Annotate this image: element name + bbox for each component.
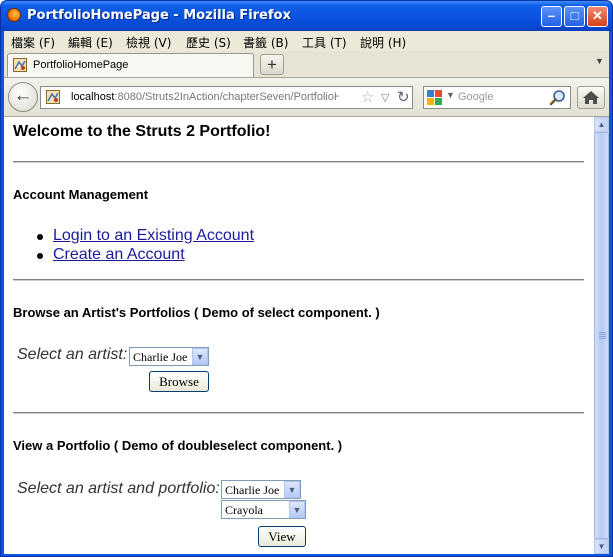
bullet bbox=[37, 253, 43, 259]
chevron-down-icon[interactable]: ▼ bbox=[289, 501, 305, 518]
chevron-down-icon[interactable]: ▼ bbox=[284, 481, 300, 498]
url-text[interactable]: localhost:8080/Struts2InAction/chapterSe… bbox=[71, 91, 339, 103]
view-heading: View a Portfolio ( Demo of doubleselect … bbox=[13, 438, 343, 453]
menu-edit[interactable]: 編輯 (E) bbox=[68, 34, 113, 51]
login-link[interactable]: Login to an Existing Account bbox=[53, 227, 254, 245]
firefox-icon bbox=[7, 8, 21, 22]
portfolio-select-value: Crayola bbox=[225, 503, 263, 517]
back-button[interactable]: ← bbox=[8, 82, 38, 112]
navigation-bar: ← localhost:8080/Struts2InAction/chapter… bbox=[4, 78, 609, 117]
menu-bookmarks[interactable]: 書籤 (B) bbox=[243, 34, 288, 51]
tab-portfolio-home[interactable]: PortfolioHomePage bbox=[7, 53, 254, 77]
browser-window: PortfolioHomePage - Mozilla Firefox – □ … bbox=[0, 0, 613, 557]
page-viewport: Welcome to the Struts 2 Portfolio! Accou… bbox=[4, 117, 594, 554]
google-engine-icon[interactable] bbox=[427, 90, 442, 105]
browse-button[interactable]: Browse bbox=[149, 371, 209, 392]
new-tab-button[interactable]: + bbox=[260, 54, 284, 75]
scroll-thumb[interactable] bbox=[594, 132, 609, 539]
create-account-link[interactable]: Create an Account bbox=[53, 246, 185, 264]
tab-list-button[interactable]: ▼ bbox=[595, 56, 604, 66]
artist-portfolio-label: Select an artist and portfolio: bbox=[17, 480, 220, 497]
close-button[interactable]: ✕ bbox=[587, 6, 608, 27]
title-bar[interactable]: PortfolioHomePage - Mozilla Firefox – □ … bbox=[1, 1, 612, 31]
page-favicon-icon bbox=[13, 58, 27, 72]
bookmark-star-icon[interactable]: ☆ bbox=[361, 88, 374, 106]
search-bar[interactable]: ▼ Google bbox=[423, 86, 571, 109]
page-title: Welcome to the Struts 2 Portfolio! bbox=[13, 123, 271, 140]
double-artist-value: Charlie Joe bbox=[225, 483, 280, 497]
menu-bar: 檔案 (F) 編輯 (E) 檢視 (V) 歷史 (S) 書籤 (B) 工具 (T… bbox=[4, 31, 609, 51]
window-title: PortfolioHomePage - Mozilla Firefox bbox=[27, 8, 291, 23]
select-artist-label: Select an artist: bbox=[17, 346, 128, 363]
artist-select[interactable]: Charlie Joe ▼ bbox=[129, 347, 209, 366]
divider bbox=[13, 412, 584, 414]
artist-select-value: Charlie Joe bbox=[133, 350, 188, 364]
menu-history[interactable]: 歷史 (S) bbox=[186, 34, 231, 51]
minimize-button[interactable]: – bbox=[541, 6, 562, 27]
scroll-up-button[interactable]: ▲ bbox=[594, 117, 609, 132]
portfolio-select[interactable]: Crayola ▼ bbox=[221, 500, 306, 519]
chevron-down-icon[interactable]: ▼ bbox=[192, 348, 208, 365]
tab-strip: PortfolioHomePage + ▼ bbox=[4, 51, 609, 78]
url-path: :8080/Struts2InAction/chapterSeven/Portf… bbox=[114, 91, 339, 103]
tab-label: PortfolioHomePage bbox=[33, 59, 129, 71]
url-history-dropdown-icon[interactable]: ▽ bbox=[381, 91, 389, 104]
view-button[interactable]: View bbox=[258, 526, 306, 547]
divider bbox=[13, 161, 584, 163]
menu-help[interactable]: 說明 (H) bbox=[360, 34, 406, 51]
double-artist-select[interactable]: Charlie Joe ▼ bbox=[221, 480, 301, 499]
browser-chrome: 檔案 (F) 編輯 (E) 檢視 (V) 歷史 (S) 書籤 (B) 工具 (T… bbox=[4, 31, 609, 554]
menu-view[interactable]: 檢視 (V) bbox=[126, 34, 171, 51]
site-identity-icon[interactable] bbox=[46, 90, 60, 104]
home-icon bbox=[583, 91, 599, 104]
home-button[interactable] bbox=[577, 86, 605, 109]
bullet bbox=[37, 234, 43, 240]
scroll-grip bbox=[599, 332, 606, 333]
search-input[interactable]: Google bbox=[458, 91, 493, 103]
search-icon[interactable] bbox=[548, 88, 568, 108]
menu-tools[interactable]: 工具 (T) bbox=[302, 34, 347, 51]
menu-file[interactable]: 檔案 (F) bbox=[11, 34, 55, 51]
browse-heading: Browse an Artist's Portfolios ( Demo of … bbox=[13, 305, 380, 320]
maximize-button[interactable]: □ bbox=[564, 6, 585, 27]
divider bbox=[13, 279, 584, 281]
url-host: localhost bbox=[71, 91, 115, 103]
account-heading: Account Management bbox=[13, 187, 149, 202]
search-engine-dropdown-icon[interactable]: ▼ bbox=[446, 90, 455, 100]
reload-icon[interactable]: ↻ bbox=[397, 88, 410, 106]
scroll-down-button[interactable]: ▼ bbox=[594, 539, 609, 554]
vertical-scrollbar[interactable]: ▲ ▼ bbox=[594, 117, 609, 554]
url-bar[interactable]: localhost:8080/Struts2InAction/chapterSe… bbox=[40, 86, 413, 109]
